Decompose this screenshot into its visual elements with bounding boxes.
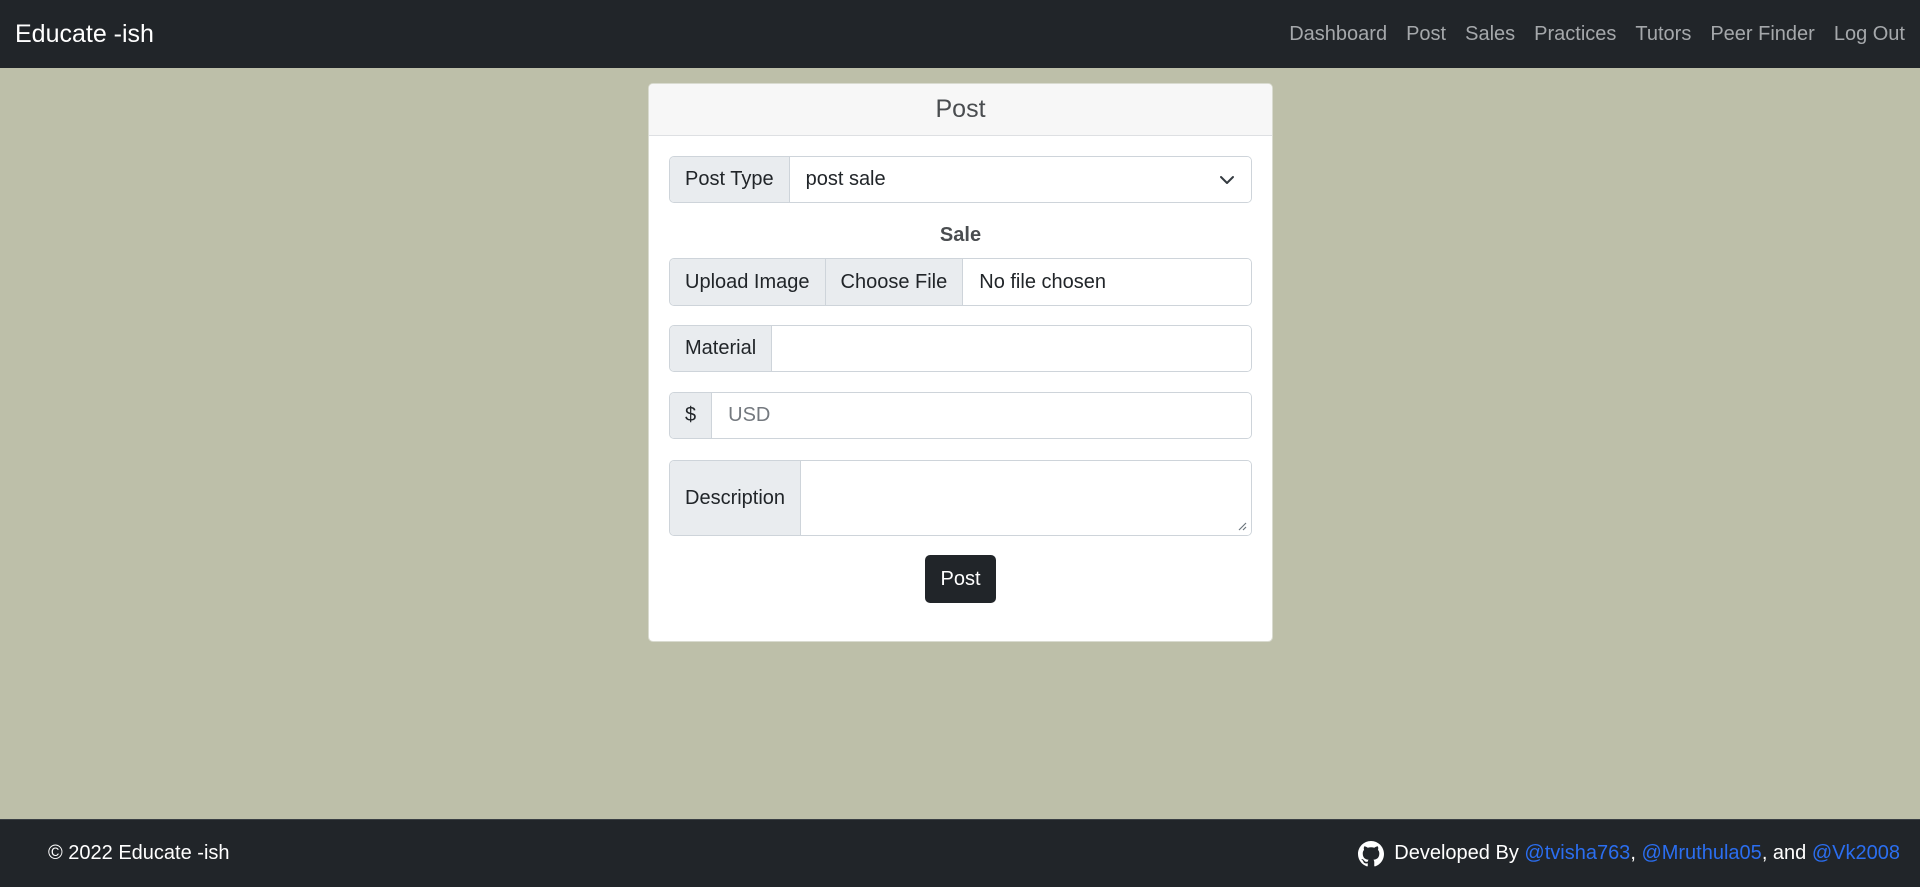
dev-link-mruthula05[interactable]: @Mruthula05 [1641, 842, 1761, 865]
footer-copyright: © 2022 Educate -ish [48, 842, 230, 864]
description-group: Description [669, 460, 1252, 536]
material-label: Material [670, 326, 773, 371]
card-title: Post [649, 84, 1272, 136]
nav-sales[interactable]: Sales [1465, 23, 1515, 46]
nav-tutors[interactable]: Tutors [1635, 23, 1691, 46]
choose-file-button[interactable]: Choose File [825, 259, 964, 305]
navbar: Educate -ish Dashboard Post Sales Practi… [0, 0, 1920, 68]
post-submit-button[interactable]: Post [925, 555, 996, 603]
price-group: $ USD [669, 392, 1252, 439]
description-label: Description [670, 461, 802, 535]
separator-2: , and [1761, 842, 1812, 864]
post-card: Post Post Type post sale Sale Upload Ima… [648, 83, 1273, 642]
post-type-select[interactable]: post sale [789, 157, 1251, 202]
upload-image-group: Upload Image Choose File No file chosen [669, 258, 1252, 306]
section-label-sale: Sale [939, 224, 982, 246]
resize-grip-icon[interactable] [1237, 521, 1247, 531]
price-prefix: $ [670, 393, 713, 438]
footer-credits: Developed By @tvisha763 , @Mruthula05 , … [1358, 840, 1900, 867]
nav-post[interactable]: Post [1406, 23, 1446, 46]
post-type-label: Post Type [670, 157, 790, 202]
post-type-group: Post Type post sale [669, 156, 1252, 203]
github-icon[interactable] [1358, 840, 1385, 867]
chevron-down-icon [1220, 175, 1234, 184]
price-input[interactable]: USD [712, 393, 1251, 438]
dev-link-tvisha763[interactable]: @tvisha763 [1524, 842, 1630, 865]
developed-by-label: Developed By [1394, 842, 1519, 864]
separator-1: , [1630, 842, 1642, 864]
material-input[interactable] [772, 326, 1251, 371]
nav-log-out[interactable]: Log Out [1834, 23, 1905, 46]
file-status: No file chosen [963, 259, 1251, 305]
nav-links: Dashboard Post Sales Practices Tutors Pe… [1270, 23, 1905, 46]
nav-practices[interactable]: Practices [1534, 23, 1616, 46]
upload-image-label: Upload Image [670, 259, 826, 305]
nav-peer-finder[interactable]: Peer Finder [1710, 23, 1815, 46]
nav-dashboard[interactable]: Dashboard [1289, 23, 1387, 46]
price-placeholder: USD [728, 404, 771, 426]
brand-logo[interactable]: Educate -ish [15, 20, 154, 49]
material-group: Material [669, 325, 1252, 372]
footer: © 2022 Educate -ish Developed By @tvisha… [0, 819, 1920, 887]
dev-link-vk2008[interactable]: @Vk2008 [1812, 842, 1900, 865]
description-textarea[interactable] [801, 461, 1251, 535]
post-type-value: post sale [805, 168, 886, 190]
